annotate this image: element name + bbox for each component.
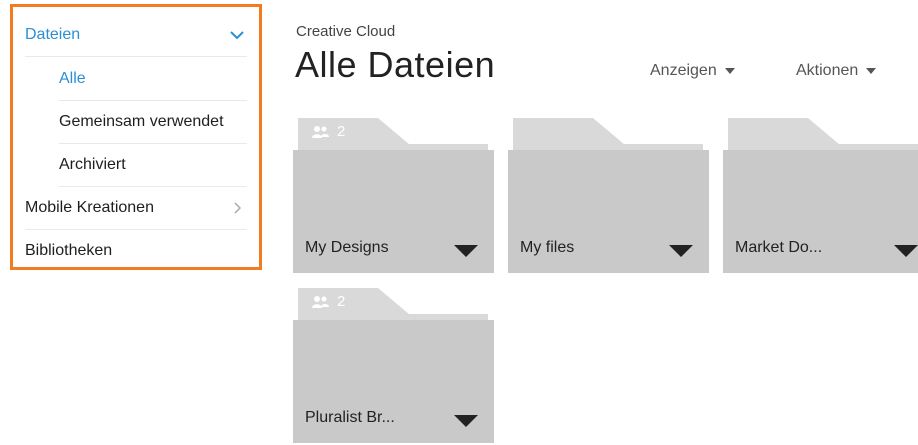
actions-menu-label: Aktionen — [796, 62, 859, 79]
chevron-down-icon — [230, 30, 244, 39]
sidebar-item-dateien[interactable]: Dateien — [25, 13, 247, 57]
chevron-right-icon — [234, 201, 242, 214]
actions-menu-button[interactable]: Aktionen — [796, 62, 877, 80]
page-title: Alle Dateien — [295, 44, 496, 85]
folder-menu-caret-icon[interactable] — [454, 415, 478, 427]
sidebar-item-label: Alle — [59, 69, 86, 87]
shared-count: 2 — [337, 123, 346, 140]
folder-menu-caret-icon[interactable] — [669, 245, 693, 257]
sidebar-item-label: Mobile Kreationen — [25, 198, 154, 216]
caret-down-icon — [866, 68, 877, 74]
folder-name: Market Do... — [735, 239, 823, 256]
folder-card[interactable]: My files — [508, 118, 709, 273]
sidebar-nav: Dateien Alle Gemeinsam verwendet Archivi… — [10, 4, 262, 270]
folder-card[interactable]: 2 My Designs — [293, 118, 494, 273]
sidebar-item-label: Gemeinsam verwendet — [59, 112, 224, 130]
sidebar-item-archiviert[interactable]: Archiviert — [59, 143, 247, 187]
folder-name: My files — [520, 239, 575, 256]
sidebar-item-alle[interactable]: Alle — [59, 57, 247, 101]
folder-menu-caret-icon[interactable] — [894, 245, 918, 257]
folder-menu-caret-icon[interactable] — [454, 245, 478, 257]
sidebar-item-mobile-kreationen[interactable]: Mobile Kreationen — [25, 186, 247, 230]
sidebar-item-label: Dateien — [25, 25, 81, 43]
sidebar-item-bibliotheken[interactable]: Bibliotheken — [25, 229, 247, 272]
caret-down-icon — [724, 68, 735, 74]
breadcrumb: Creative Cloud — [296, 23, 396, 40]
shared-count: 2 — [337, 293, 346, 310]
folder-name: Pluralist Br... — [305, 409, 395, 426]
sidebar-item-label: Bibliotheken — [25, 241, 113, 259]
folder-card[interactable]: 2 Pluralist Br... — [293, 288, 494, 443]
view-menu-label: Anzeigen — [650, 62, 717, 79]
view-menu-button[interactable]: Anzeigen — [650, 62, 735, 80]
people-icon — [312, 295, 329, 308]
shared-indicator: 2 — [311, 123, 345, 140]
sidebar-item-gemeinsam-verwendet[interactable]: Gemeinsam verwendet — [59, 100, 247, 144]
people-icon — [312, 125, 329, 138]
folder-card[interactable]: Market Do... — [723, 118, 918, 273]
sidebar-item-label: Archiviert — [59, 155, 126, 173]
folder-name: My Designs — [305, 239, 389, 256]
shared-indicator: 2 — [311, 293, 345, 310]
